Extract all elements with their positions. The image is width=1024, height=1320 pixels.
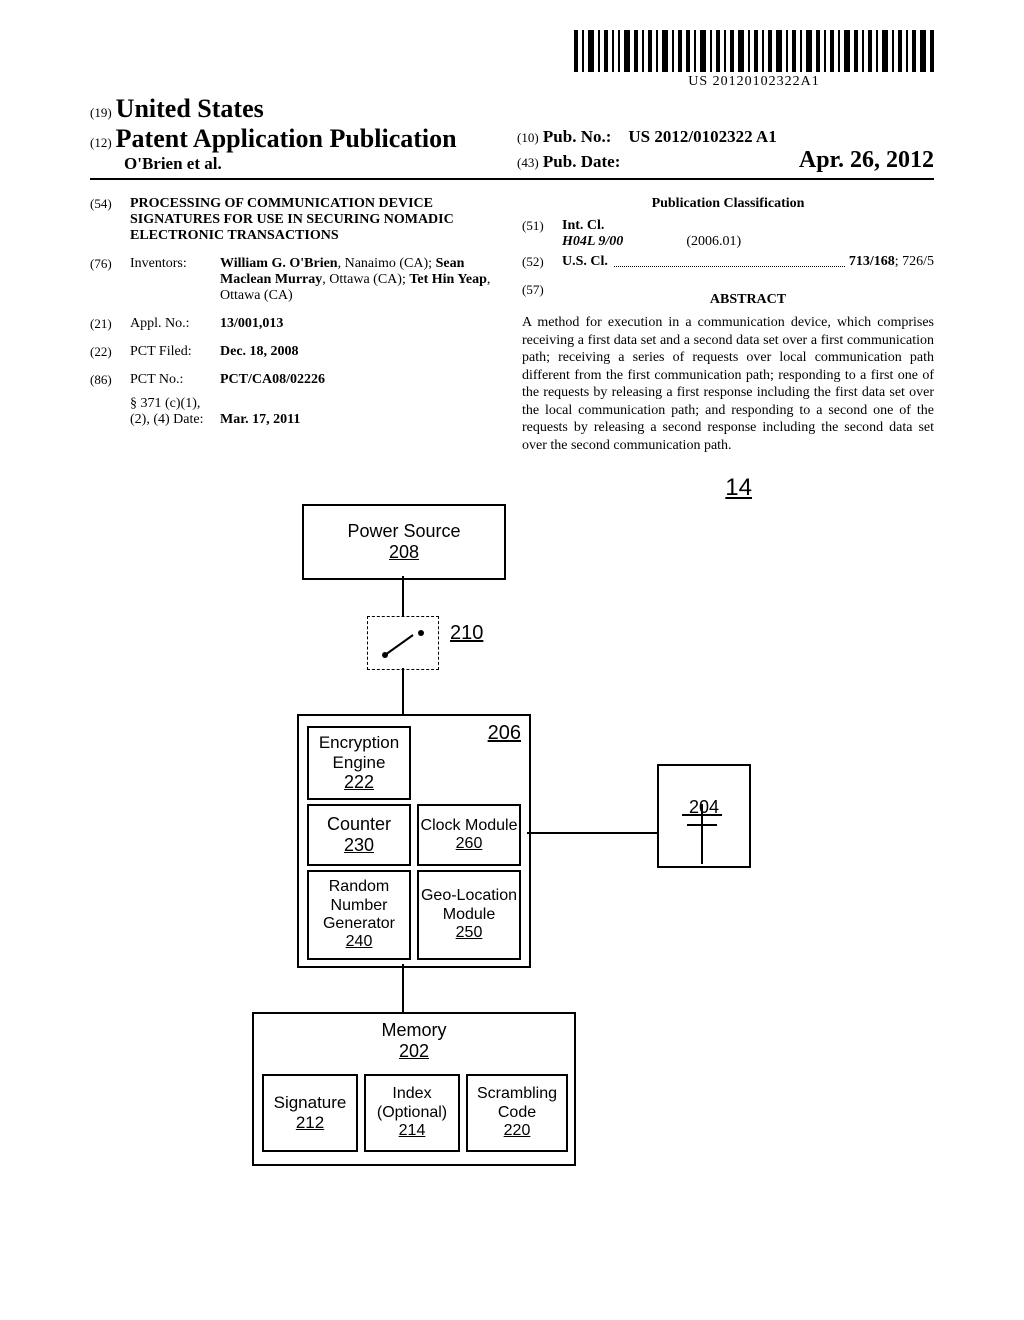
- right-column: Publication Classification (51) Int. Cl.…: [522, 196, 934, 454]
- uscl-field: (52) U.S. Cl. 713/168; 726/5: [522, 254, 934, 270]
- applno-label: Appl. No.:: [130, 316, 220, 332]
- pctno-field: (86) PCT No.: PCT/CA08/02226: [90, 372, 502, 388]
- header: (19) United States (12) Patent Applicati…: [90, 94, 934, 180]
- pctfiled: Dec. 18, 2008: [220, 344, 299, 359]
- pubdate-line: (43) Pub. Date: Apr. 26, 2012: [517, 147, 934, 174]
- intcl-field: (51) Int. Cl. H04L 9/00 (2006.01): [522, 218, 934, 250]
- fig-ref-206: 206: [488, 722, 521, 745]
- fig-switch: [367, 616, 439, 670]
- switch-icon: [373, 623, 433, 663]
- inid-10: (10): [517, 130, 539, 145]
- pctfiled-label: PCT Filed:: [130, 344, 220, 360]
- uscl-label: U.S. Cl.: [562, 254, 608, 270]
- barcode-text: US 20120102322A1: [574, 74, 934, 90]
- fig-line: [527, 832, 657, 834]
- doctype-line: (12) Patent Application Publication: [90, 124, 507, 154]
- inid-43: (43): [517, 155, 539, 170]
- pctno-label: PCT No.:: [130, 372, 220, 388]
- left-column: (54) PROCESSING OF COMMUNICATION DEVICE …: [90, 196, 502, 454]
- pctno: PCT/CA08/02226: [220, 372, 325, 387]
- s371-field: § 371 (c)(1), (2), (4) Date: Mar. 17, 20…: [90, 396, 502, 428]
- fig-signature: Signature 212: [262, 1074, 358, 1152]
- s371-date: Mar. 17, 2011: [220, 412, 300, 427]
- biblio-columns: (54) PROCESSING OF COMMUNICATION DEVICE …: [90, 196, 934, 454]
- fig-ref-14: 14: [725, 474, 752, 502]
- fig-power-source: Power Source 208: [302, 504, 506, 580]
- applno: 13/001,013: [220, 316, 283, 331]
- title-field: (54) PROCESSING OF COMMUNICATION DEVICE …: [90, 196, 502, 244]
- inventors: William G. O'Brien, Nanaimo (CA); Sean M…: [220, 256, 502, 304]
- inid-12: (12): [90, 135, 112, 150]
- inventors-field: (76) Inventors: William G. O'Brien, Nana…: [90, 256, 502, 304]
- antenna-bar-icon: [682, 814, 722, 816]
- fig-counter: Counter 230: [307, 804, 411, 866]
- barcode-svg: [574, 30, 934, 72]
- abstract-text: A method for execution in a communicatio…: [522, 314, 934, 454]
- fig-line: [402, 668, 404, 714]
- pubno: US 2012/0102322 A1: [628, 127, 776, 146]
- country: United States: [116, 94, 264, 123]
- intcl-version: (2006.01): [686, 234, 741, 249]
- antenna-bar-icon: [687, 824, 717, 826]
- fig-rng: Random Number Generator 240: [307, 870, 411, 960]
- header-right: (10) Pub. No.: US 2012/0102322 A1 (43) P…: [507, 127, 934, 174]
- authors: O'Brien et al.: [90, 154, 507, 174]
- pubno-label: Pub. No.:: [543, 127, 611, 146]
- fig-encryption-engine: Encryption Engine 222: [307, 726, 411, 800]
- pub-class-title: Publication Classification: [522, 196, 934, 212]
- patent-page: US 20120102322A1 (19) United States (12)…: [0, 0, 1024, 1234]
- inid-57: (57): [522, 282, 562, 314]
- s371-label: § 371 (c)(1), (2), (4) Date:: [130, 396, 220, 428]
- leader-dots: [614, 254, 845, 267]
- fig-antenna-box: 204: [657, 764, 751, 868]
- intcl-label: Int. Cl.: [562, 218, 604, 233]
- inid-54: (54): [90, 196, 130, 244]
- fig-clock-module: Clock Module 260: [417, 804, 521, 866]
- abstract-label: ABSTRACT: [562, 292, 934, 308]
- inventor-3: Tet Hin Yeap: [409, 272, 487, 287]
- pubno-line: (10) Pub. No.: US 2012/0102322 A1: [517, 127, 934, 147]
- doctype: Patent Application Publication: [116, 124, 457, 153]
- header-left: (19) United States (12) Patent Applicati…: [90, 94, 507, 174]
- abstract-header: (57) ABSTRACT: [522, 282, 934, 314]
- pctfiled-field: (22) PCT Filed: Dec. 18, 2008: [90, 344, 502, 360]
- inid-19: (19): [90, 105, 112, 120]
- barcode-row: US 20120102322A1: [90, 30, 934, 90]
- inid-76: (76): [90, 256, 130, 304]
- title: PROCESSING OF COMMUNICATION DEVICE SIGNA…: [130, 196, 502, 244]
- inid-51: (51): [522, 218, 562, 250]
- fig-ref-210: 210: [450, 622, 483, 645]
- inid-22: (22): [90, 344, 130, 360]
- applno-field: (21) Appl. No.: 13/001,013: [90, 316, 502, 332]
- inid-21: (21): [90, 316, 130, 332]
- figure-wrap: 14 Power Source 208 210 206: [90, 474, 934, 1194]
- country-line: (19) United States: [90, 94, 507, 124]
- fig-scrambling: Scrambling Code 220: [466, 1074, 568, 1152]
- figure: 14 Power Source 208 210 206: [252, 474, 772, 1194]
- inventor-1: William G. O'Brien: [220, 256, 338, 271]
- inid-52: (52): [522, 254, 562, 270]
- fig-line: [402, 964, 404, 1012]
- fig-line: [402, 576, 404, 616]
- inventors-label: Inventors:: [130, 256, 220, 304]
- inid-86: (86): [90, 372, 130, 388]
- uscl-main: 713/168: [849, 254, 895, 269]
- antenna-mast-icon: [701, 804, 703, 864]
- fig-index: Index (Optional) 214: [364, 1074, 460, 1152]
- intcl-code: H04L 9/00: [562, 234, 623, 249]
- fig-geo-module: Geo-Location Module 250: [417, 870, 521, 960]
- barcode: US 20120102322A1: [574, 30, 934, 90]
- pubdate-label: Pub. Date:: [543, 152, 620, 171]
- pubdate: Apr. 26, 2012: [799, 147, 934, 174]
